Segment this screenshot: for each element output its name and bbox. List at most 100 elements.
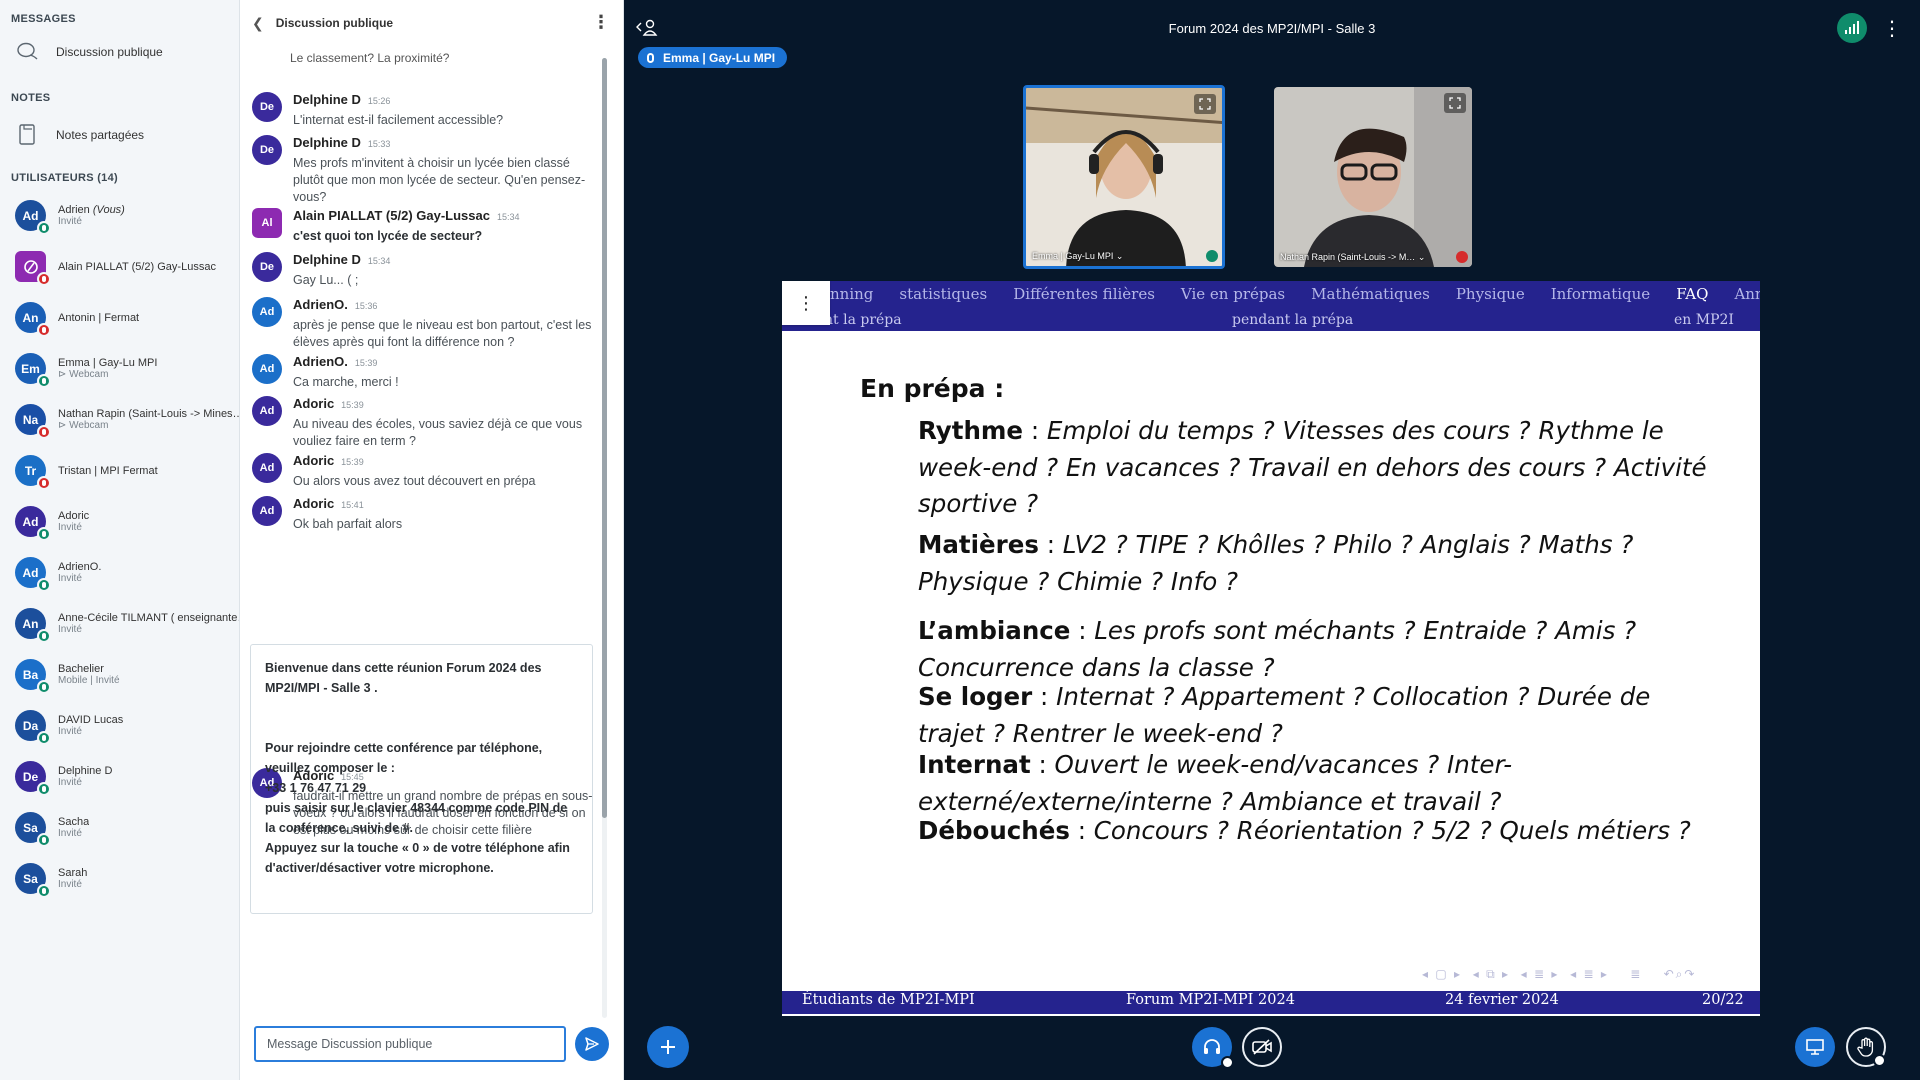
chat-options-icon[interactable]: ⋮: [592, 13, 610, 31]
message-avatar: De: [252, 135, 282, 165]
user-role: Invité: [58, 572, 82, 584]
video-tile-emma[interactable]: Emma | Gay-Lu MPI ⌄: [1023, 85, 1225, 269]
shared-notes-label: Notes partagées: [56, 128, 145, 142]
chat-scrollbar[interactable]: [602, 58, 607, 1018]
slide-section-link: Vie en prépas: [1180, 285, 1286, 303]
user-name: Emma | Gay-Lu MPI: [58, 356, 158, 369]
subsection-center: pendant la prépa: [1232, 312, 1354, 328]
user-list-item[interactable]: Em Emma | Gay-Lu MPI ⊳ Webcam: [0, 343, 239, 394]
user-name: Sacha: [58, 815, 90, 828]
presentation-toggle-button[interactable]: [1795, 1027, 1835, 1067]
message-author: Delphine D: [293, 252, 361, 267]
message-time: 15:39: [341, 457, 364, 467]
user-role: Invité: [58, 827, 82, 839]
user-list-item[interactable]: Da DAVID Lucas Invité: [0, 700, 239, 751]
camera-off-icon: [1252, 1039, 1272, 1055]
welcome-line-1: Bienvenue dans cette réunion Forum 2024 …: [265, 661, 542, 695]
user-name: Anne-Cécile TILMANT ( enseignante…: [58, 611, 239, 624]
message-time: 15:26: [367, 96, 391, 106]
chat-message: Ad Adoric 15:39 Au niveau des écoles, vou…: [252, 396, 602, 450]
moderator-icon: [23, 259, 38, 274]
message-time: 15:36: [354, 301, 378, 311]
talking-user: Emma | Gay-Lu MPI: [663, 50, 776, 65]
message-text: Au niveau des écoles, vous saviez déjà c…: [293, 417, 583, 448]
bullet-term: Se loger: [918, 682, 1033, 711]
send-button[interactable]: [575, 1027, 609, 1061]
slide-section-link: statistiques: [899, 285, 988, 303]
slide-footer: Étudiants de MP2I-MPI Forum MP2I-MPI 202…: [782, 991, 1760, 1014]
presentation-options-icon[interactable]: ⋮: [782, 281, 830, 325]
public-chat-link[interactable]: Discussion publique: [0, 33, 239, 71]
webcam-feed-nathan: [1274, 87, 1472, 267]
chat-message: Ad Adoric 15:41 Ok bah parfait alors: [252, 496, 602, 533]
user-list-item[interactable]: Tr Tristan | MPI Fermat: [0, 445, 239, 496]
mic-on-icon: [1206, 250, 1218, 262]
expand-video-icon[interactable]: [1444, 93, 1466, 113]
video-tile-nathan[interactable]: Nathan Rapin (Saint-Louis -> M… ⌄: [1274, 87, 1472, 267]
user-info: Bachelier Mobile | Invité: [58, 663, 120, 687]
connection-status-button[interactable]: [1837, 13, 1867, 43]
chat-bubble-icon: [16, 40, 40, 64]
user-role: ⊳ Webcam: [58, 368, 109, 380]
user-info: Antonin | Fermat: [58, 312, 139, 324]
user-list-item[interactable]: Na Nathan Rapin (Saint-Louis -> Mines… ⊳…: [0, 394, 239, 445]
user-name: Alain PIALLAT (5/2) Gay-Lussac: [58, 260, 216, 273]
welcome-line-4: Appuyez sur la touche « 0 » de votre tél…: [265, 841, 570, 875]
shared-notes-link[interactable]: Notes partagées: [0, 112, 239, 158]
user-list-item[interactable]: De Delphine D Invité: [0, 751, 239, 802]
user-list-item[interactable]: An Anne-Cécile TILMANT ( enseignante… In…: [0, 598, 239, 649]
mic-off-icon: [37, 323, 51, 337]
user-list-item[interactable]: Ad AdrienO. Invité: [0, 547, 239, 598]
user-list-item[interactable]: Sa Sarah Invité: [0, 853, 239, 904]
bullet-text: Emploi du temps ? Vitesses des cours ? R…: [918, 416, 1707, 518]
user-info: Emma | Gay-Lu MPI ⊳ Webcam: [58, 357, 157, 381]
user-list-item[interactable]: An Antonin | Fermat: [0, 292, 239, 343]
video-label-nathan[interactable]: Nathan Rapin (Saint-Louis -> M… ⌄: [1280, 252, 1425, 263]
message-time: 15:34: [496, 212, 520, 222]
user-info: Delphine D Invité: [58, 765, 112, 789]
mic-on-icon: [37, 629, 51, 643]
footer-page: 20/22: [1702, 992, 1744, 1008]
raise-hand-button[interactable]: [1846, 1027, 1886, 1067]
audio-button[interactable]: [1192, 1027, 1234, 1069]
user-list-sidebar: MESSAGES Discussion publique NOTES Notes…: [0, 0, 240, 1080]
user-list-item[interactable]: Sa Sacha Invité: [0, 802, 239, 853]
slide-bullet: Rythme : Emploi du temps ? Vitesses des …: [918, 416, 1707, 518]
audio-settings-badge[interactable]: [1221, 1056, 1234, 1069]
mic-off-icon: [37, 272, 51, 286]
message-author: AdrienO.: [293, 297, 348, 312]
user-role: Invité: [58, 521, 82, 533]
headphones-icon: [1204, 1039, 1220, 1054]
user-info: Alain PIALLAT (5/2) Gay-Lussac: [58, 261, 216, 273]
chat-message-list[interactable]: Comment choisir au mieux son établisseme…: [240, 46, 604, 1004]
reactions-badge[interactable]: [1873, 1054, 1886, 1067]
mic-on-icon: [37, 221, 51, 235]
message-avatar: Ad: [252, 496, 282, 526]
user-list-item[interactable]: Ad Adoric Invité: [0, 496, 239, 547]
user-list-item[interactable]: Alain PIALLAT (5/2) Gay-Lussac: [0, 241, 239, 292]
chat-message: De Delphine D 15:34 Gay Lu... ( ;: [252, 252, 602, 289]
user-role: Invité: [58, 878, 82, 890]
user-role: Invité: [58, 776, 82, 788]
webcam-button[interactable]: [1242, 1027, 1282, 1067]
message-avatar: Ad: [252, 354, 282, 384]
user-info: Sarah Invité: [58, 867, 87, 891]
presentation-slide: nning statistiques Différentes filières Vie…: [782, 281, 1760, 1016]
message-avatar: Al: [252, 208, 282, 238]
chevron-left-icon[interactable]: ❮: [252, 15, 264, 32]
chat-message-input[interactable]: Message Discussion publique: [254, 1026, 566, 1062]
user-list: Ad Adrien (Vous) Invité Alain PIALLAT (5…: [0, 190, 239, 904]
video-label-emma[interactable]: Emma | Gay-Lu MPI ⌄: [1032, 251, 1123, 262]
slide-section-link: Informatique: [1550, 285, 1651, 303]
user-list-item[interactable]: Ba Bachelier Mobile | Invité: [0, 649, 239, 700]
presentation-icon: [1806, 1039, 1824, 1055]
notes-icon: [16, 123, 40, 147]
expand-video-icon[interactable]: [1194, 94, 1216, 114]
user-name: Sarah: [58, 866, 88, 879]
user-list-item[interactable]: Ad Adrien (Vous) Invité: [0, 190, 239, 241]
footer-center: Forum MP2I-MPI 2024: [1126, 992, 1295, 1008]
footer-left: Étudiants de MP2I-MPI: [802, 992, 975, 1008]
actions-button[interactable]: [647, 1026, 689, 1068]
user-name: Nathan Rapin (Saint-Louis -> Mines…: [58, 407, 239, 420]
options-menu-icon[interactable]: ⋮: [1882, 17, 1902, 40]
